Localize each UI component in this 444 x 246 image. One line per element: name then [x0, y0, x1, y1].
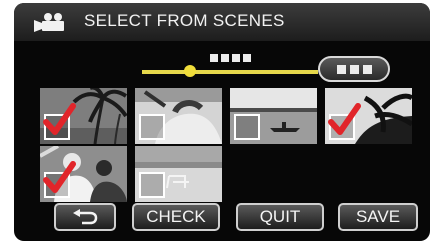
- save-button[interactable]: SAVE: [338, 203, 418, 231]
- checkmark-icon: [328, 103, 361, 135]
- movie-camera-icon: [34, 13, 64, 32]
- timeline-knob[interactable]: [183, 65, 196, 77]
- quit-button[interactable]: QUIT: [236, 203, 324, 231]
- menu-dots-button[interactable]: [318, 56, 390, 82]
- page-title: SELECT FROM SCENES: [84, 11, 285, 30]
- return-arrow-icon: [73, 209, 98, 225]
- menu-dot: [336, 64, 346, 74]
- timeline-slider[interactable]: [142, 65, 318, 77]
- title-bar: SELECT FROM SCENES: [14, 3, 430, 41]
- scene-counter-indicator: [210, 54, 256, 64]
- screen: SELECT FROM SCENES CHECK QUIT SAVE: [14, 3, 430, 241]
- checkmark-icon: [43, 161, 76, 193]
- scene-thumbnail-2[interactable]: [135, 88, 222, 144]
- scene-checkbox[interactable]: [234, 114, 260, 140]
- scene-thumbnail-5[interactable]: [40, 146, 127, 202]
- back-button[interactable]: [54, 203, 116, 231]
- scene-thumbnail-1[interactable]: [40, 88, 127, 144]
- scene-checkbox[interactable]: [139, 172, 165, 198]
- scene-checkbox[interactable]: [139, 114, 165, 140]
- checkmark-icon: [43, 103, 76, 135]
- check-button[interactable]: CHECK: [132, 203, 220, 231]
- timeline-fill: [142, 70, 318, 74]
- scene-thumbnail-6[interactable]: [135, 146, 222, 202]
- menu-dot: [349, 64, 359, 74]
- scene-thumbnail-3[interactable]: [230, 88, 317, 144]
- scene-thumbnail-4[interactable]: [325, 88, 412, 144]
- menu-dot: [362, 64, 372, 74]
